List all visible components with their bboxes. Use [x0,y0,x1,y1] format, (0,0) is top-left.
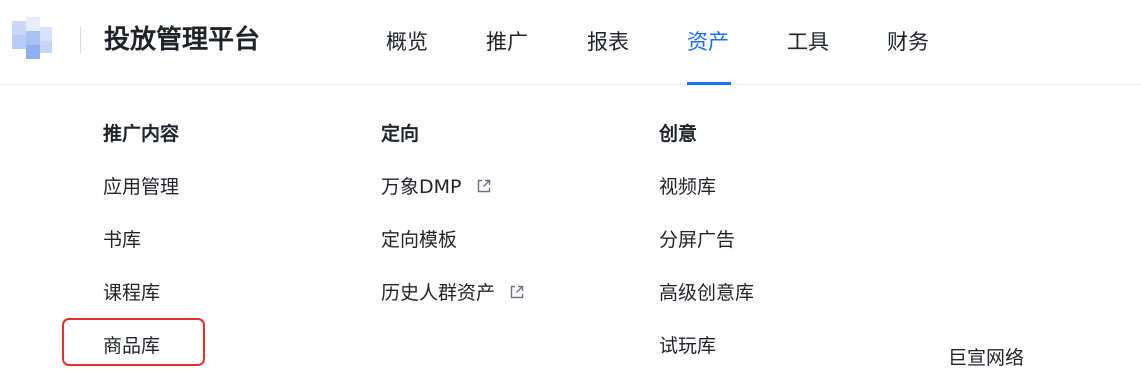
column-heading-creative: 创意 [659,123,698,145]
nav-overview[interactable]: 概览 [386,28,428,56]
menu-item-label: 万象DMP [381,176,462,198]
menu-item-app-management[interactable]: 应用管理 [103,174,179,200]
app-title: 投放管理平台 [104,25,261,55]
nav-reports[interactable]: 报表 [587,28,629,56]
menu-item-split-screen-ads[interactable]: 分屏广告 [659,227,735,253]
active-nav-indicator [687,82,731,85]
top-header: 投放管理平台 概览 推广 报表 资产 工具 财务 [0,0,1141,85]
menu-item-wanxiang-dmp[interactable]: 万象DMP [381,174,492,200]
app-logo[interactable] [10,17,54,61]
external-link-icon [510,285,524,298]
menu-item-playable-library[interactable]: 试玩库 [659,333,716,359]
nav-promotion[interactable]: 推广 [486,28,528,56]
menu-item-audience-assets[interactable]: 历史人群资产 [381,280,525,306]
menu-item-targeting-template[interactable]: 定向模板 [381,227,457,253]
menu-item-book-library[interactable]: 书库 [103,227,141,253]
highlight-box [62,318,205,366]
external-link-icon [477,179,490,192]
watermark-text: 巨宣网络 [948,347,1025,369]
column-heading-targeting: 定向 [381,123,420,145]
header-divider [80,27,81,53]
nav-finance[interactable]: 财务 [887,28,929,56]
menu-item-course-library[interactable]: 课程库 [103,280,160,306]
menu-item-video-library[interactable]: 视频库 [659,174,716,200]
nav-tools[interactable]: 工具 [787,28,829,56]
menu-item-advanced-creative-library[interactable]: 高级创意库 [659,280,754,306]
nav-assets[interactable]: 资产 [687,28,729,56]
column-heading-promotion-content: 推广内容 [103,123,180,145]
menu-item-label: 历史人群资产 [381,282,496,304]
